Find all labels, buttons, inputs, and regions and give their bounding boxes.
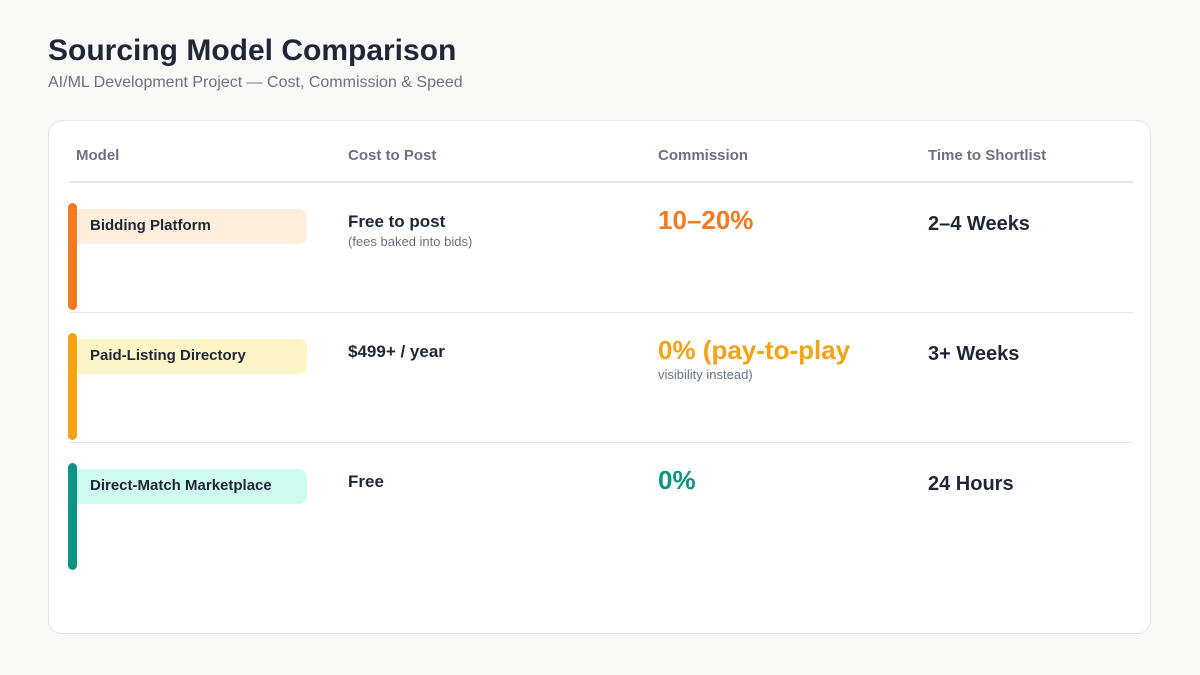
column-header-time: Time to Shortlist <box>928 147 1047 164</box>
cost-note: (fees baked into bids) <box>348 234 473 249</box>
cost-to-post: Free to post <box>348 212 446 231</box>
row-accent-bar <box>68 463 77 570</box>
column-header-model: Model <box>76 147 120 164</box>
commission-value: 10–20% <box>658 205 754 235</box>
row-accent-bar <box>68 333 77 440</box>
time-to-shortlist: 2–4 Weeks <box>928 213 1030 235</box>
model-name: Direct-Match Marketplace <box>77 469 307 504</box>
model-name: Paid-Listing Directory <box>77 339 307 374</box>
table-row: Direct-Match Marketplace Free 0% 24 Hour… <box>49 443 1150 573</box>
commission-value: 0% (pay-to-play <box>658 335 851 365</box>
comparison-table: Model Cost to Post Commission Time to Sh… <box>48 120 1151 634</box>
model-name: Bidding Platform <box>77 209 307 244</box>
commission-value: 0% <box>658 465 696 495</box>
row-accent-bar <box>68 203 77 310</box>
column-header-commission: Commission <box>658 147 749 164</box>
page-subtitle: AI/ML Development Project — Cost, Commis… <box>48 74 463 91</box>
column-header-cost: Cost to Post <box>348 147 437 164</box>
cost-to-post: Free <box>348 472 384 491</box>
time-to-shortlist: 3+ Weeks <box>928 343 1020 365</box>
cost-to-post: $499+ / year <box>348 342 445 361</box>
table-row: Paid-Listing Directory $499+ / year 0% (… <box>49 313 1150 443</box>
commission-note: visibility instead) <box>658 367 753 382</box>
time-to-shortlist: 24 Hours <box>928 473 1014 495</box>
page-title: Sourcing Model Comparison <box>48 34 457 67</box>
table-row: Bidding Platform Free to post (fees bake… <box>49 183 1150 313</box>
